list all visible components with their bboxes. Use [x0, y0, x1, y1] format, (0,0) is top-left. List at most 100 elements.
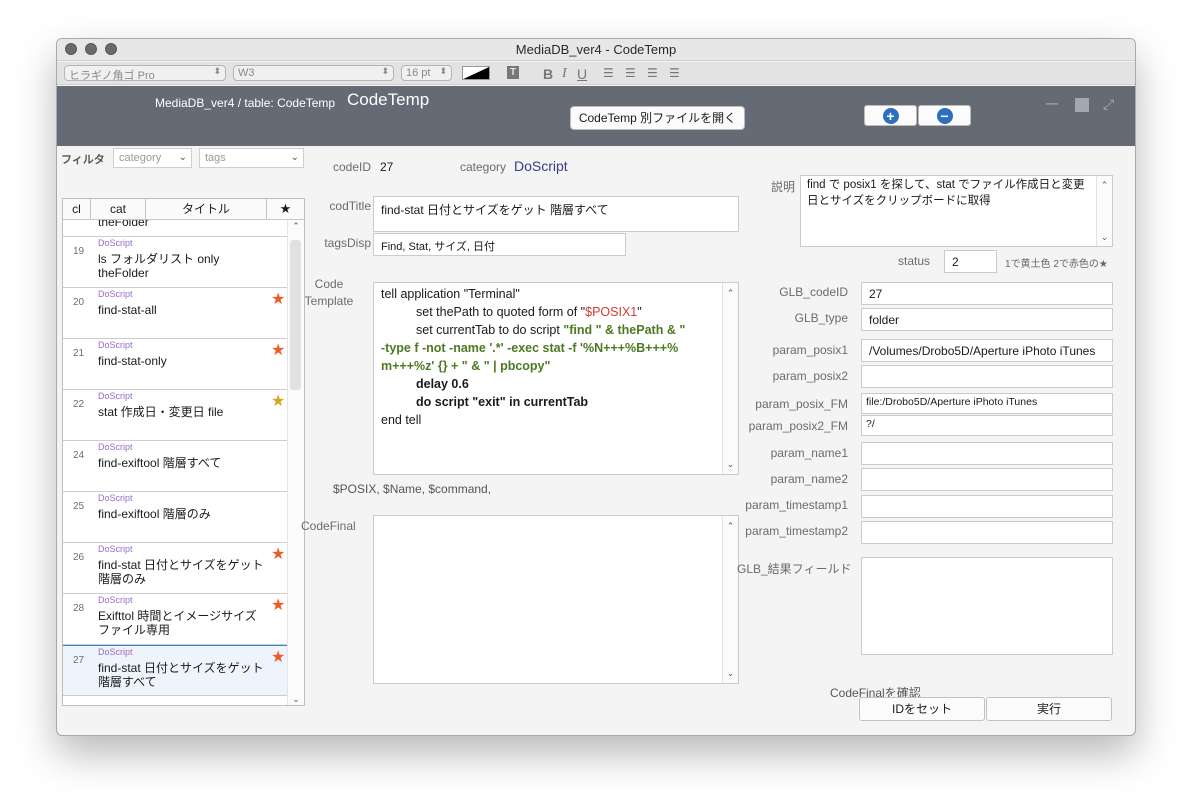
status-field[interactable]: 2: [944, 250, 997, 273]
row-category: DoScript: [98, 647, 133, 657]
param-timestamp2-field[interactable]: [861, 521, 1113, 544]
row-category: DoScript: [98, 544, 133, 554]
align-center-icon[interactable]: ☰: [625, 66, 636, 80]
description-field[interactable]: find で posix1 を探して、stat でファイル作成日と変更日とサイズ…: [800, 175, 1113, 247]
open-file-button[interactable]: CodeTemp 別ファイルを開く: [570, 106, 745, 130]
codeid-label: codeID: [332, 160, 371, 174]
glb-type-field[interactable]: folder: [861, 308, 1113, 331]
code-line: set thePath to quoted form of "$POSIX1": [416, 305, 642, 319]
align-justify-icon[interactable]: ☰: [669, 66, 680, 80]
scroll-up-icon[interactable]: ⌃: [1097, 177, 1112, 193]
row-title: find-stat-all: [98, 303, 157, 317]
font-weight-select[interactable]: W3 ⬍: [233, 65, 394, 81]
scroll-down-icon[interactable]: ⌄: [723, 455, 738, 473]
param-posix1-field[interactable]: /Volumes/Drobo5D/Aperture iPhoto iTunes: [861, 339, 1113, 362]
codtitle-label: codTitle: [329, 199, 371, 213]
list-item[interactable]: 24 DoScript find-exiftool 階層すべて: [63, 441, 287, 492]
scroll-up-icon[interactable]: ⌃: [723, 284, 738, 302]
description-scrollbar[interactable]: ⌃ ⌄: [1096, 176, 1112, 246]
col-header-title[interactable]: タイトル: [146, 199, 267, 220]
status-label: status: [897, 254, 930, 268]
param-posix1-label: param_posix1: [772, 343, 848, 357]
expand-icon[interactable]: ⤢: [1103, 96, 1114, 113]
code-template-editor[interactable]: tell application "Terminal" set thePath …: [373, 282, 739, 475]
glb-codeid-field[interactable]: 27: [861, 282, 1113, 305]
codtitle-field[interactable]: find-stat 日付とサイズをゲット 階層すべて: [373, 196, 739, 232]
align-right-icon[interactable]: ☰: [647, 66, 658, 80]
row-category: DoScript: [98, 595, 133, 605]
row-id: 25: [73, 501, 85, 512]
list-item[interactable]: 21 DoScript find-stat-only ★: [63, 339, 287, 390]
category-value[interactable]: DoScript: [514, 158, 568, 174]
param-posix-fm-label: param_posix_FM: [755, 397, 848, 411]
list-item[interactable]: 22 DoScript stat 作成日・変更日 file ★: [63, 390, 287, 441]
row-id: 24: [73, 450, 85, 461]
code-scrollbar[interactable]: ⌃ ⌄: [722, 283, 738, 474]
param-posix2-field[interactable]: [861, 365, 1113, 388]
codefinal-editor[interactable]: ⌃ ⌄: [373, 515, 739, 684]
delete-record-button[interactable]: −: [918, 105, 971, 126]
status-hint: 1で黄土色 2で赤色の★: [1005, 259, 1108, 270]
set-id-button[interactable]: IDをセット: [859, 697, 985, 721]
scroll-down-icon[interactable]: ⌄: [723, 664, 738, 682]
code-template-label-line2: Template: [304, 294, 354, 308]
list-item[interactable]: ls フォルダリスト all Below theFolder: [63, 220, 287, 237]
scroll-down-icon[interactable]: ⌄: [1097, 229, 1112, 245]
col-header-cl[interactable]: cl: [63, 199, 91, 220]
plus-icon: +: [882, 107, 899, 124]
param-timestamp1-field[interactable]: [861, 495, 1113, 518]
updown-icon: ⬍: [381, 66, 389, 76]
param-name2-field[interactable]: [861, 468, 1113, 491]
tags-filter-dropdown[interactable]: tags ⌄: [199, 148, 304, 168]
tagsdisp-field[interactable]: Find, Stat, サイズ, 日付: [373, 233, 626, 256]
row-title: stat 作成日・変更日 file: [98, 405, 224, 419]
align-left-icon[interactable]: ☰: [603, 66, 614, 80]
font-family-select[interactable]: ヒラギノ角ゴ Pro ⬍: [64, 65, 226, 82]
text-style-icon[interactable]: T: [507, 66, 519, 79]
category-filter-dropdown[interactable]: category ⌄: [113, 148, 192, 168]
layout-header: MediaDB_ver4 / table: CodeTemp CodeTemp …: [57, 86, 1135, 146]
list-item[interactable]: 28 DoScript Exifttol 時間とイメージサイズ ファイル専用 ★: [63, 594, 287, 645]
star-icon: ★: [271, 597, 286, 614]
filter-label: フィルタ: [61, 154, 105, 166]
row-id: 21: [73, 348, 85, 359]
description-label: 説明: [770, 180, 795, 194]
col-header-cat[interactable]: cat: [91, 199, 146, 220]
list-item[interactable]: 20 DoScript find-stat-all ★: [63, 288, 287, 339]
bold-button[interactable]: B: [543, 66, 553, 82]
row-id: 19: [73, 246, 85, 257]
row-category: DoScript: [98, 442, 133, 452]
param-name1-field[interactable]: [861, 442, 1113, 465]
list-item-selected[interactable]: 27 DoScript find-stat 日付とサイズをゲット 階層すべて ★: [63, 645, 287, 696]
row-category: DoScript: [98, 493, 133, 503]
run-button[interactable]: 実行: [986, 697, 1112, 721]
list-item[interactable]: 25 DoScript find-exiftool 階層のみ: [63, 492, 287, 543]
font-size-select[interactable]: 16 pt ⬍: [401, 65, 452, 81]
row-category: DoScript: [98, 340, 133, 350]
star-icon: ★: [271, 649, 286, 666]
minimize-icon[interactable]: —: [1046, 96, 1058, 110]
codeid-value[interactable]: 27: [380, 160, 393, 174]
scroll-up-icon[interactable]: ⌃: [288, 221, 304, 232]
code-line: tell application "Terminal": [381, 287, 520, 301]
codefinal-scrollbar[interactable]: ⌃ ⌄: [722, 516, 738, 683]
scroll-up-icon[interactable]: ⌃: [723, 517, 738, 535]
italic-button[interactable]: I: [562, 66, 567, 82]
code-line: -type f -not -name '.*' -exec stat -f '%…: [381, 341, 679, 355]
app-window: MediaDB_ver4 - CodeTemp ヒラギノ角ゴ Pro ⬍ W3 ⬍ …: [56, 38, 1136, 736]
new-record-button[interactable]: +: [864, 105, 917, 126]
scroll-thumb[interactable]: [290, 240, 301, 390]
maximize-icon[interactable]: [1075, 98, 1089, 112]
param-posix-fm-field[interactable]: file:/Drobo5D/Aperture iPhoto iTunes: [861, 393, 1113, 414]
scroll-down-icon[interactable]: ⌄: [288, 694, 304, 705]
glb-type-label: GLB_type: [794, 311, 848, 325]
code-template-label-line1: Code: [314, 277, 344, 291]
param-posix2-fm-field[interactable]: ?/: [861, 415, 1113, 436]
updown-icon: ⬍: [213, 66, 221, 76]
list-item[interactable]: 19 DoScript ls フォルダリスト only theFolder: [63, 237, 287, 288]
text-color-swatch[interactable]: [462, 66, 490, 80]
glb-result-field[interactable]: [861, 557, 1113, 655]
list-item[interactable]: 26 DoScript find-stat 日付とサイズをゲット 階層のみ ★: [63, 543, 287, 594]
list-scrollbar[interactable]: ⌃ ⌄: [287, 220, 304, 705]
underline-button[interactable]: U: [577, 66, 587, 82]
